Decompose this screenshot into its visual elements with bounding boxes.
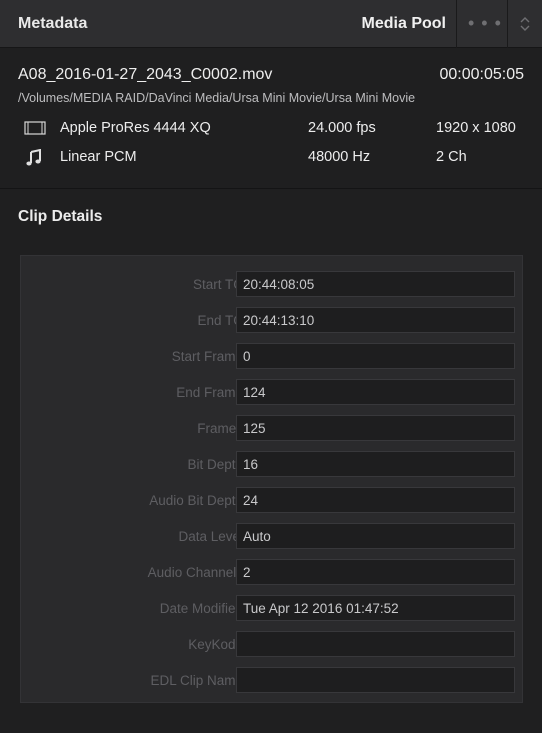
panel-title: Metadata xyxy=(18,15,88,32)
up-down-chevron-icon xyxy=(520,17,530,31)
date-modified-input[interactable]: Tue Apr 12 2016 01:47:52 xyxy=(236,595,515,621)
field-audio-bit-depth: Audio Bit Depth 24 xyxy=(21,483,524,519)
field-label: Bit Depth xyxy=(187,457,243,472)
bit-depth-input[interactable]: 16 xyxy=(236,451,515,477)
film-icon xyxy=(24,121,46,135)
field-label: Date Modified xyxy=(159,601,243,616)
field-audio-channels: Audio Channels 2 xyxy=(21,555,524,591)
start-tc-input[interactable]: 20:44:08:05 xyxy=(236,271,515,297)
edl-clip-name-input[interactable] xyxy=(236,667,515,693)
field-label: EDL Clip Name xyxy=(150,673,243,688)
field-label: Start Frame xyxy=(171,349,243,364)
sort-button[interactable] xyxy=(508,0,542,48)
data-level-input[interactable]: Auto xyxy=(236,523,515,549)
audio-channels: 2 Ch xyxy=(436,149,467,165)
clip-details-title: Clip Details xyxy=(18,208,103,225)
clip-duration: 00:00:05:05 xyxy=(439,66,524,83)
field-date-modified: Date Modified Tue Apr 12 2016 01:47:52 xyxy=(21,591,524,627)
frames-input[interactable]: 125 xyxy=(236,415,515,441)
field-frames: Frames 125 xyxy=(21,411,524,447)
field-label: End Frame xyxy=(176,385,243,400)
end-tc-input[interactable]: 20:44:13:10 xyxy=(236,307,515,333)
clip-details-form: Start TC 20:44:08:05 End TC 20:44:13:10 … xyxy=(20,255,523,703)
clip-file-path: /Volumes/MEDIA RAID/DaVinci Media/Ursa M… xyxy=(18,91,416,105)
music-note-icon xyxy=(26,149,41,166)
video-info-row: Apple ProRes 4444 XQ 24.000 fps 1920 x 1… xyxy=(0,117,542,141)
field-bit-depth: Bit Depth 16 xyxy=(21,447,524,483)
field-edl-clip-name: EDL Clip Name xyxy=(21,663,524,699)
field-keykode: KeyKode xyxy=(21,627,524,663)
section-divider xyxy=(0,188,542,189)
audio-sample-rate: 48000 Hz xyxy=(308,149,371,165)
field-start-frame: Start Frame 0 xyxy=(21,339,524,375)
panel-header: Metadata Media Pool • • • xyxy=(0,0,542,48)
more-options-button[interactable]: • • • xyxy=(457,0,507,48)
field-start-tc: Start TC 20:44:08:05 xyxy=(21,267,524,303)
field-end-tc: End TC 20:44:13:10 xyxy=(21,303,524,339)
audio-info-row: Linear PCM 48000 Hz 2 Ch xyxy=(0,146,542,170)
field-data-level: Data Level Auto xyxy=(21,519,524,555)
audio-bit-depth-input[interactable]: 24 xyxy=(236,487,515,513)
video-resolution: 1920 x 1080 xyxy=(436,120,516,136)
field-end-frame: End Frame 124 xyxy=(21,375,524,411)
metadata-panel: Metadata Media Pool • • • A08_2016-01-27… xyxy=(0,0,542,733)
keykode-input[interactable] xyxy=(236,631,515,657)
media-pool-button[interactable]: Media Pool xyxy=(362,15,446,33)
field-label: KeyKode xyxy=(188,637,243,652)
audio-codec: Linear PCM xyxy=(60,149,137,165)
field-label: Audio Channels xyxy=(147,565,243,580)
start-frame-input[interactable]: 0 xyxy=(236,343,515,369)
video-fps: 24.000 fps xyxy=(308,120,376,136)
more-dots-icon: • • • xyxy=(468,13,502,33)
field-label: Data Level xyxy=(178,529,243,544)
clip-file-name: A08_2016-01-27_2043_C0002.mov xyxy=(18,66,273,83)
video-codec: Apple ProRes 4444 XQ xyxy=(60,120,211,136)
field-label: Audio Bit Depth xyxy=(149,493,243,508)
end-frame-input[interactable]: 124 xyxy=(236,379,515,405)
audio-channels-input[interactable]: 2 xyxy=(236,559,515,585)
